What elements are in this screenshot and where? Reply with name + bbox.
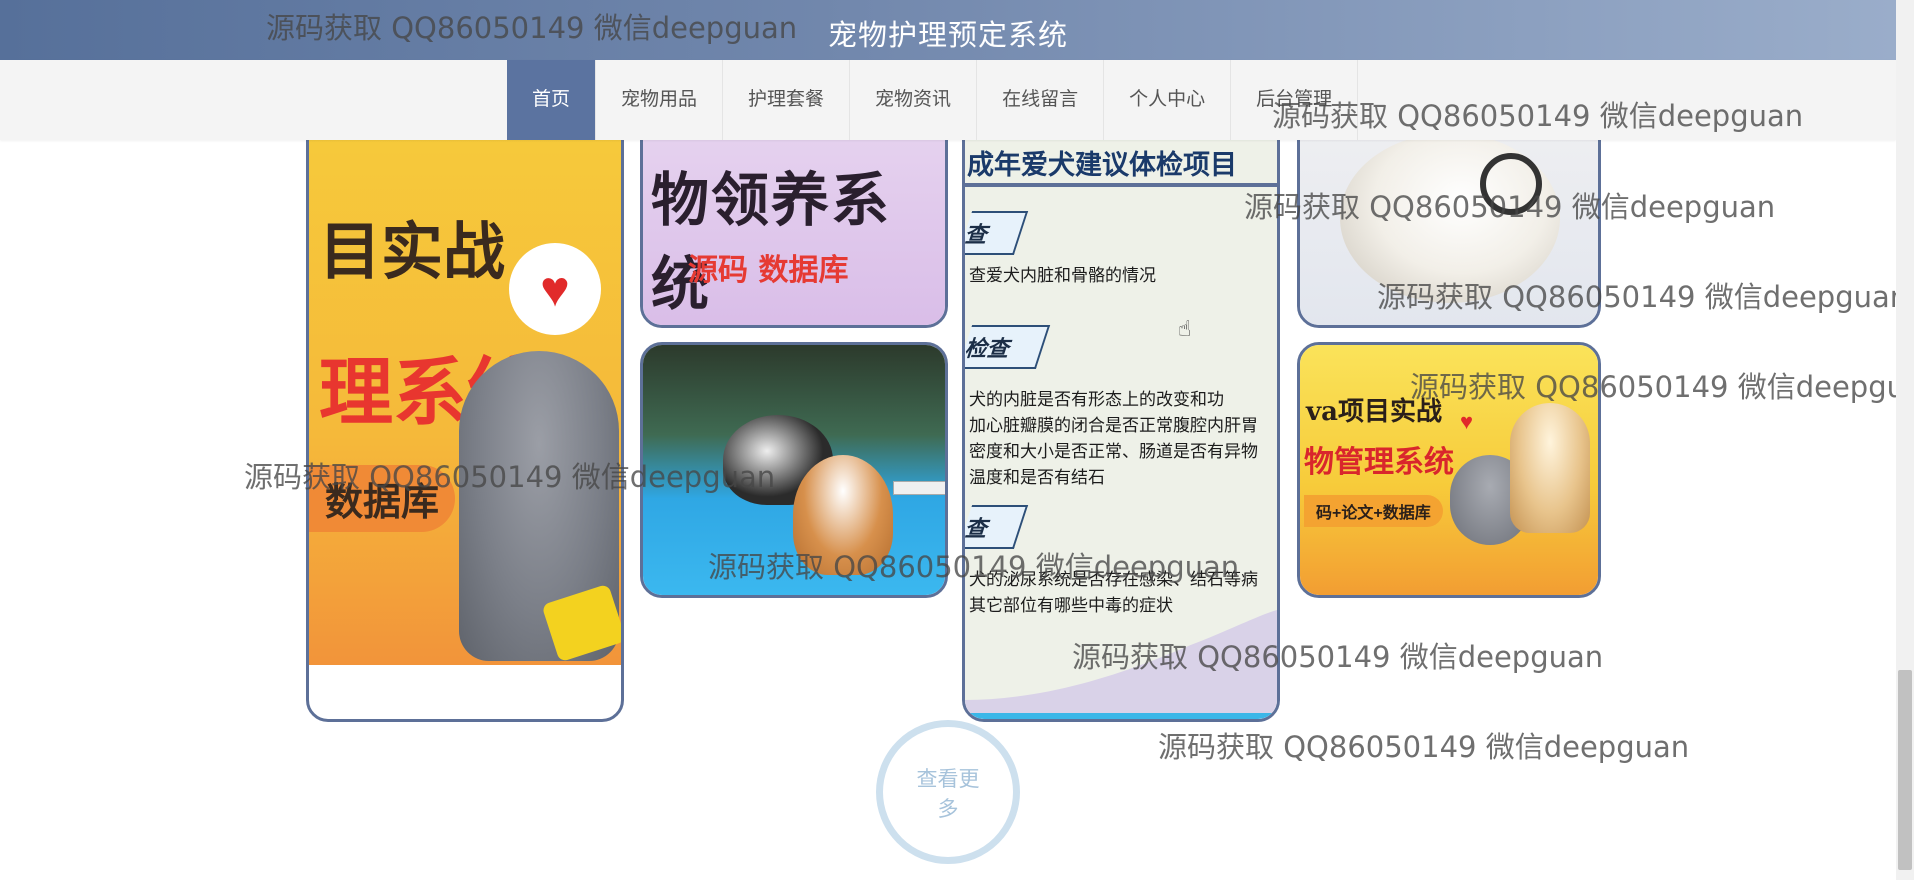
infographic-line: 温度和是否有结石 xyxy=(969,468,1105,488)
dog-illustration xyxy=(1510,403,1590,533)
card-image xyxy=(643,345,945,595)
nav-item-care-packages[interactable]: 护理套餐 xyxy=(723,60,851,140)
stethoscope-icon xyxy=(1480,153,1542,215)
infographic-section-1: 查 xyxy=(965,211,1029,255)
infographic-line: 犬的内脏是否有形态上的改变和功 xyxy=(969,390,1224,410)
nav-list: 首页 宠物用品 护理套餐 宠物资讯 在线留言 个人中心 后台管理 xyxy=(507,60,1359,140)
gallery-card-dogs-photo[interactable] xyxy=(640,342,948,598)
poster-subtitle: 源码 数据库 xyxy=(688,253,849,288)
nav-item-pet-news[interactable]: 宠物资讯 xyxy=(850,60,978,140)
view-more-label-line1: 查看更 xyxy=(916,768,980,791)
infographic-section-3: 查 xyxy=(965,505,1029,549)
poster-text-line3: 码+论文+数据库 xyxy=(1304,495,1443,527)
photo-tag xyxy=(893,481,945,495)
poster-text-line1: va项目实战 xyxy=(1306,397,1442,427)
site-title: 宠物护理预定系统 xyxy=(827,20,1068,52)
nav-item-messages[interactable]: 在线留言 xyxy=(977,60,1105,140)
infographic-title: 成年爱犬建议体检项目 xyxy=(965,143,1277,187)
gallery-card-pet-management-poster[interactable]: va项目实战 ♥ 物管理系统 码+论文+数据库 xyxy=(1297,342,1601,598)
gallery-card-checkup-infographic[interactable]: 成年爱犬建议体检项目 查 查爱犬内脏和骨骼的情况 检查 犬的内脏是否有形态上的改… xyxy=(962,90,1280,722)
heart-icon: ♥ xyxy=(1460,409,1474,434)
poster-text-line2: 物管理系统 xyxy=(1304,445,1454,480)
poster-title: 物领养系统 xyxy=(651,166,892,318)
hand-cursor-icon: ☝ xyxy=(1178,316,1192,341)
infographic-section-2: 检查 xyxy=(965,325,1051,369)
card-image: va项目实战 ♥ 物管理系统 码+论文+数据库 xyxy=(1300,345,1598,595)
nav-item-home[interactable]: 首页 xyxy=(507,60,597,140)
infographic-line: 加心脏瓣膜的闭合是否正常腹腔内肝胃 xyxy=(969,416,1258,436)
main-nav: 首页 宠物用品 护理套餐 宠物资讯 在线留言 个人中心 后台管理 xyxy=(0,60,1896,140)
site-header: 宠物护理预定系统 xyxy=(0,0,1896,60)
view-more-button[interactable]: 查看更 多 xyxy=(876,720,1020,864)
card-image: 成年爱犬建议体检项目 查 查爱犬内脏和骨骼的情况 检查 犬的内脏是否有形态上的改… xyxy=(965,93,1277,719)
wave-decoration xyxy=(965,610,1277,719)
poster-text-line3: 数据库 xyxy=(309,465,456,532)
gallery-card-pet-poster-left[interactable]: 目实战 ♥ 理系统 数据库 xyxy=(306,90,624,722)
infographic-line: 犬的泌尿系统是否存在感染、结石等病 xyxy=(969,570,1258,590)
poster-text-line1: 目实战 xyxy=(319,215,506,288)
scrollbar-thumb[interactable] xyxy=(1898,670,1912,870)
card-image: 目实战 ♥ 理系统 数据库 xyxy=(309,93,621,665)
corgi-illustration xyxy=(793,455,893,575)
infographic-line: 密度和大小是否正常、肠道是否有异物 xyxy=(969,442,1258,462)
nav-item-pet-supplies[interactable]: 宠物用品 xyxy=(596,60,724,140)
nav-item-admin[interactable]: 后台管理 xyxy=(1231,60,1359,140)
view-more-label-line2: 多 xyxy=(937,798,959,821)
nav-item-personal-center[interactable]: 个人中心 xyxy=(1104,60,1232,140)
heart-icon: ♥ xyxy=(509,243,601,335)
page-viewport: 目实战 ♥ 理系统 数据库 物领养系统 源码 数据库 成年爱犬建议体检项目 查 … xyxy=(0,0,1914,880)
infographic-line: 查爱犬内脏和骨骼的情况 xyxy=(969,266,1156,286)
